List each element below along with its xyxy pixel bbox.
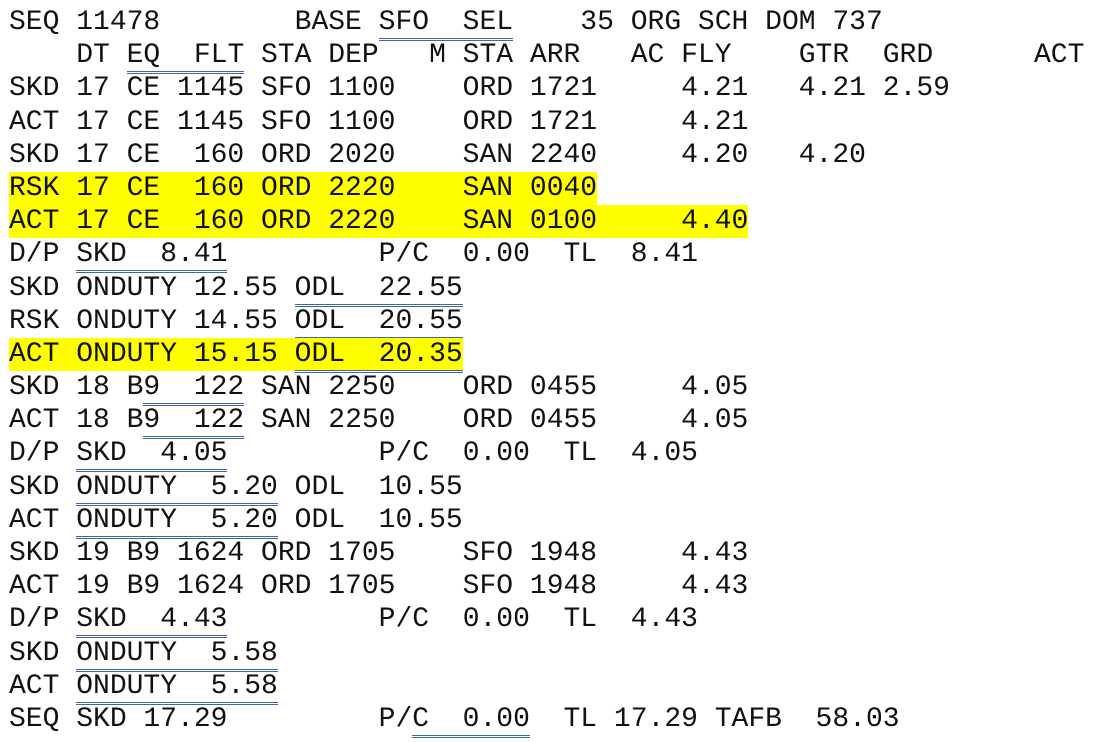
highlighted-report-line: ACT 17 CE 160 ORD 2220 SAN 0100 4.40 <box>9 205 1084 239</box>
text-segment: SKD ONDUTY 12.55 <box>9 272 295 304</box>
line-text: DT EQ FLT STA DEP M STA ARR AC FLY GTR G… <box>9 39 1085 75</box>
report-line: ACT 19 B9 1624 ORD 1705 SFO 1948 4.43 <box>9 570 1084 603</box>
underlined-field: EQ FLT <box>126 40 245 75</box>
underlined-field: SKD 4.43 <box>76 604 228 639</box>
report-line: SKD ONDUTY 5.20 ODL 10.55 <box>9 471 1084 506</box>
report-line: SKD 18 B9 122 SAN 2250 ORD 0455 4.05 <box>9 371 1084 407</box>
text-segment: RSK 17 CE 160 ORD 2220 SAN 0040 <box>9 172 598 204</box>
line-text: SKD ONDUTY 12.55 ODL 22.55 <box>9 272 463 307</box>
line-text: SKD 17 CE 160 ORD 2020 SAN 2240 4.20 4.2… <box>9 139 866 172</box>
report-line: SKD 19 B9 1624 ORD 1705 SFO 1948 4.43 <box>9 537 1084 570</box>
text-segment: ACT <box>9 504 77 536</box>
underlined-field: SKD 8.41 <box>76 239 228 274</box>
underlined-field: ONDUTY 5.58 <box>76 670 278 705</box>
line-text: ACT 18 B9 122 SAN 2250 ORD 0455 4.05 <box>9 404 749 440</box>
text-segment: TL 17.29 TAFB 58.03 <box>529 703 900 735</box>
report-line: D/P SKD 4.05 P/C 0.00 TL 4.05 <box>9 437 1084 473</box>
text-segment: 35 ORG SCH DOM 737 <box>513 7 883 38</box>
report-line: SKD ONDUTY 5.58 <box>9 637 1084 672</box>
text-segment: SEQ 11478 BASE <box>9 7 379 38</box>
text-segment: SAN 2250 ORD 0455 4.05 <box>244 405 749 437</box>
text-segment: P/C 0.00 TL 4.05 <box>227 438 698 470</box>
line-text: ACT 17 CE 1145 SFO 1100 ORD 1721 4.21 <box>9 106 748 139</box>
report-line: SEQ 11478 BASE SFO SEL 35 ORG SCH DOM 73… <box>9 6 1084 41</box>
line-text: ACT 17 CE 160 ORD 2220 SAN 0100 4.40 <box>9 205 749 239</box>
line-text: SEQ 11478 BASE SFO SEL 35 ORG SCH DOM 73… <box>9 6 883 41</box>
text-segment: ODL 10.55 <box>277 471 463 503</box>
report-line: ACT 17 CE 1145 SFO 1100 ORD 1721 4.21 <box>9 106 1084 139</box>
line-text: RSK 17 CE 160 ORD 2220 SAN 0040 <box>9 171 598 206</box>
underlined-field: ONDUTY 5.58 <box>76 637 278 672</box>
report-line: SEQ SKD 17.29 P/C 0.00 TL 17.29 TAFB 58.… <box>9 703 1084 738</box>
text-segment: SEQ SKD 17.29 P/ <box>9 703 413 735</box>
underlined-field: C 0.00 <box>412 703 530 738</box>
text-segment: STA DEP M STA ARR AC FLY GTR GRD ACT <box>244 40 1085 72</box>
line-text: ACT ONDUTY 5.20 ODL 10.55 <box>9 504 463 539</box>
report-line: ACT ONDUTY 5.20 ODL 10.55 <box>9 504 1084 539</box>
text-segment: SKD 18 B <box>9 372 144 404</box>
line-text: RSK ONDUTY 14.55 ODL 20.55 <box>9 305 463 340</box>
text-segment: ODL 10.55 <box>277 504 463 536</box>
line-text: SKD 19 B9 1624 ORD 1705 SFO 1948 4.43 <box>9 537 748 570</box>
underlined-field: ODL 20.35 <box>294 338 463 373</box>
line-text: ACT ONDUTY 15.15 ODL 20.35 <box>9 337 463 373</box>
underlined-field: ODL 22.55 <box>294 272 463 307</box>
line-text: SEQ SKD 17.29 P/C 0.00 TL 17.29 TAFB 58.… <box>9 703 900 738</box>
report-line: D/P SKD 8.41 P/C 0.00 TL 8.41 <box>9 238 1084 274</box>
text-segment: SKD <box>9 637 77 669</box>
report-line: ACT ONDUTY 5.58 <box>9 670 1084 705</box>
report-line: SKD 17 CE 1145 SFO 1100 ORD 1721 4.21 4.… <box>9 72 1084 105</box>
text-segment: SKD 17 CE 1145 SFO 1100 ORD 1721 4.21 4.… <box>9 73 950 105</box>
text-segment: P/C 0.00 TL 8.41 <box>227 239 698 271</box>
report-line: ACT 18 B9 122 SAN 2250 ORD 0455 4.05 <box>9 404 1084 440</box>
line-text: SKD ONDUTY 5.20 ODL 10.55 <box>9 471 463 506</box>
underlined-field: 9 122 <box>143 372 245 407</box>
line-text: SKD 18 B9 122 SAN 2250 ORD 0455 4.05 <box>9 371 749 407</box>
text-segment: ACT 19 B9 1624 ORD 1705 SFO 1948 4.43 <box>9 571 749 603</box>
underlined-field: ONDUTY 5.20 <box>76 504 278 539</box>
underlined-field: SFO SEL <box>378 7 514 41</box>
text-segment: D/P <box>9 239 77 271</box>
text-segment: P/C 0.00 TL 4.43 <box>227 604 698 636</box>
line-text: SKD 17 CE 1145 SFO 1100 ORD 1721 4.21 4.… <box>9 72 950 105</box>
text-segment: ACT <box>9 670 77 702</box>
report-line: RSK ONDUTY 14.55 ODL 20.55 <box>9 305 1084 340</box>
text-segment: RSK ONDUTY 14.55 <box>9 305 295 337</box>
line-text: D/P SKD 4.43 P/C 0.00 TL 4.43 <box>9 603 698 639</box>
underlined-field: ODL 20.55 <box>294 305 463 340</box>
report-line: SKD 17 CE 160 ORD 2020 SAN 2240 4.20 4.2… <box>9 139 1084 172</box>
text-segment: ACT 18 B <box>9 405 144 437</box>
text-segment: SKD <box>9 471 77 503</box>
text-segment: SKD 19 B9 1624 ORD 1705 SFO 1948 4.43 <box>9 538 749 569</box>
sequence-report: SEQ 11478 BASE SFO SEL 35 ORG SCH DOM 73… <box>9 6 1085 738</box>
line-text: ACT ONDUTY 5.58 <box>9 670 278 705</box>
text-segment: ACT ONDUTY 15.15 <box>9 338 295 370</box>
highlighted-report-line: ACT ONDUTY 15.15 ODL 20.35 <box>9 337 1084 373</box>
underlined-field: 9 122 <box>143 405 245 440</box>
text-segment: DT <box>9 40 127 72</box>
report-line: D/P SKD 4.43 P/C 0.00 TL 4.43 <box>9 603 1084 639</box>
text-segment: SAN 2250 ORD 0455 4.05 <box>244 372 749 404</box>
text-segment: D/P <box>9 604 77 636</box>
underlined-field: ONDUTY 5.20 <box>76 471 278 506</box>
highlighted-report-line: RSK 17 CE 160 ORD 2220 SAN 0040 <box>9 171 1084 206</box>
line-text: ACT 19 B9 1624 ORD 1705 SFO 1948 4.43 <box>9 570 748 603</box>
report-line: SKD ONDUTY 12.55 ODL 22.55 <box>9 272 1084 307</box>
text-segment: ACT 17 CE 1145 SFO 1100 ORD 1721 4.21 <box>9 106 749 138</box>
line-text: D/P SKD 4.05 P/C 0.00 TL 4.05 <box>9 437 698 473</box>
text-segment: D/P <box>9 438 77 470</box>
line-text: D/P SKD 8.41 P/C 0.00 TL 8.41 <box>9 238 698 274</box>
line-text: SKD ONDUTY 5.58 <box>9 637 278 672</box>
underlined-field: SKD 4.05 <box>76 438 228 473</box>
report-line: DT EQ FLT STA DEP M STA ARR AC FLY GTR G… <box>9 39 1085 75</box>
text-segment: ACT 17 CE 160 ORD 2220 SAN 0100 4.40 <box>9 206 749 238</box>
text-segment: SKD 17 CE 160 ORD 2020 SAN 2240 4.20 4.2… <box>9 139 866 171</box>
